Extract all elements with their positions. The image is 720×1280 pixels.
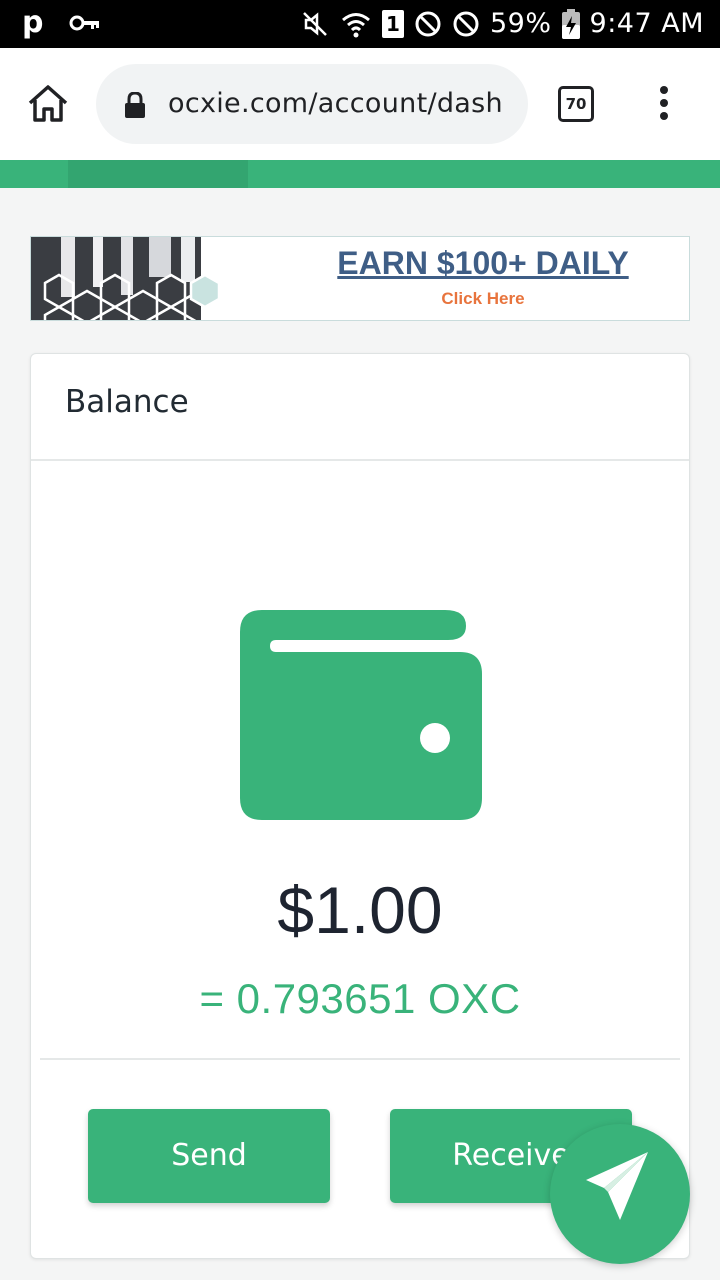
card-header: Balance <box>31 354 689 461</box>
divider <box>40 1058 680 1060</box>
lock-icon <box>124 91 146 122</box>
balance-card: Balance $1.00 = 0.793651 OXC Send Receiv… <box>30 353 690 1259</box>
browser-toolbar: ocxie.com/account/dash 70 <box>0 48 720 160</box>
banner-image <box>31 237 231 320</box>
block-icon <box>414 10 442 38</box>
wallet-icon <box>240 610 482 820</box>
battery-percent: 59% <box>490 8 552 39</box>
banner-cta-link[interactable]: Click Here <box>293 287 673 311</box>
pinterest-icon: p <box>22 5 44 40</box>
block-icon <box>452 10 480 38</box>
card-title: Balance <box>65 384 189 420</box>
site-header-strip <box>0 160 720 188</box>
sim-icon: 1 <box>382 10 404 38</box>
home-icon[interactable] <box>26 82 70 126</box>
address-bar[interactable]: ocxie.com/account/dash <box>96 64 528 144</box>
overflow-menu-icon[interactable] <box>656 86 672 122</box>
telegram-icon <box>586 1152 648 1220</box>
send-button[interactable]: Send <box>88 1109 330 1203</box>
wifi-icon <box>340 9 372 39</box>
tabs-icon[interactable]: 70 <box>558 86 594 122</box>
mute-icon <box>300 9 330 39</box>
banner-headline[interactable]: EARN $100+ DAILY <box>293 243 673 283</box>
telegram-fab[interactable] <box>550 1124 690 1264</box>
balance-amount: $1.00 <box>277 873 443 947</box>
battery-charging-icon <box>561 9 580 39</box>
status-bar: p 1 59% 9:47 AM <box>0 0 720 48</box>
url-text: ocxie.com/account/dash <box>168 88 503 119</box>
clock: 9:47 AM <box>589 8 704 39</box>
key-icon <box>69 14 101 32</box>
banner-ad[interactable]: EARN $100+ DAILY Click Here <box>30 236 690 321</box>
crypto-equivalent: = 0.793651 OXC <box>199 975 521 1022</box>
